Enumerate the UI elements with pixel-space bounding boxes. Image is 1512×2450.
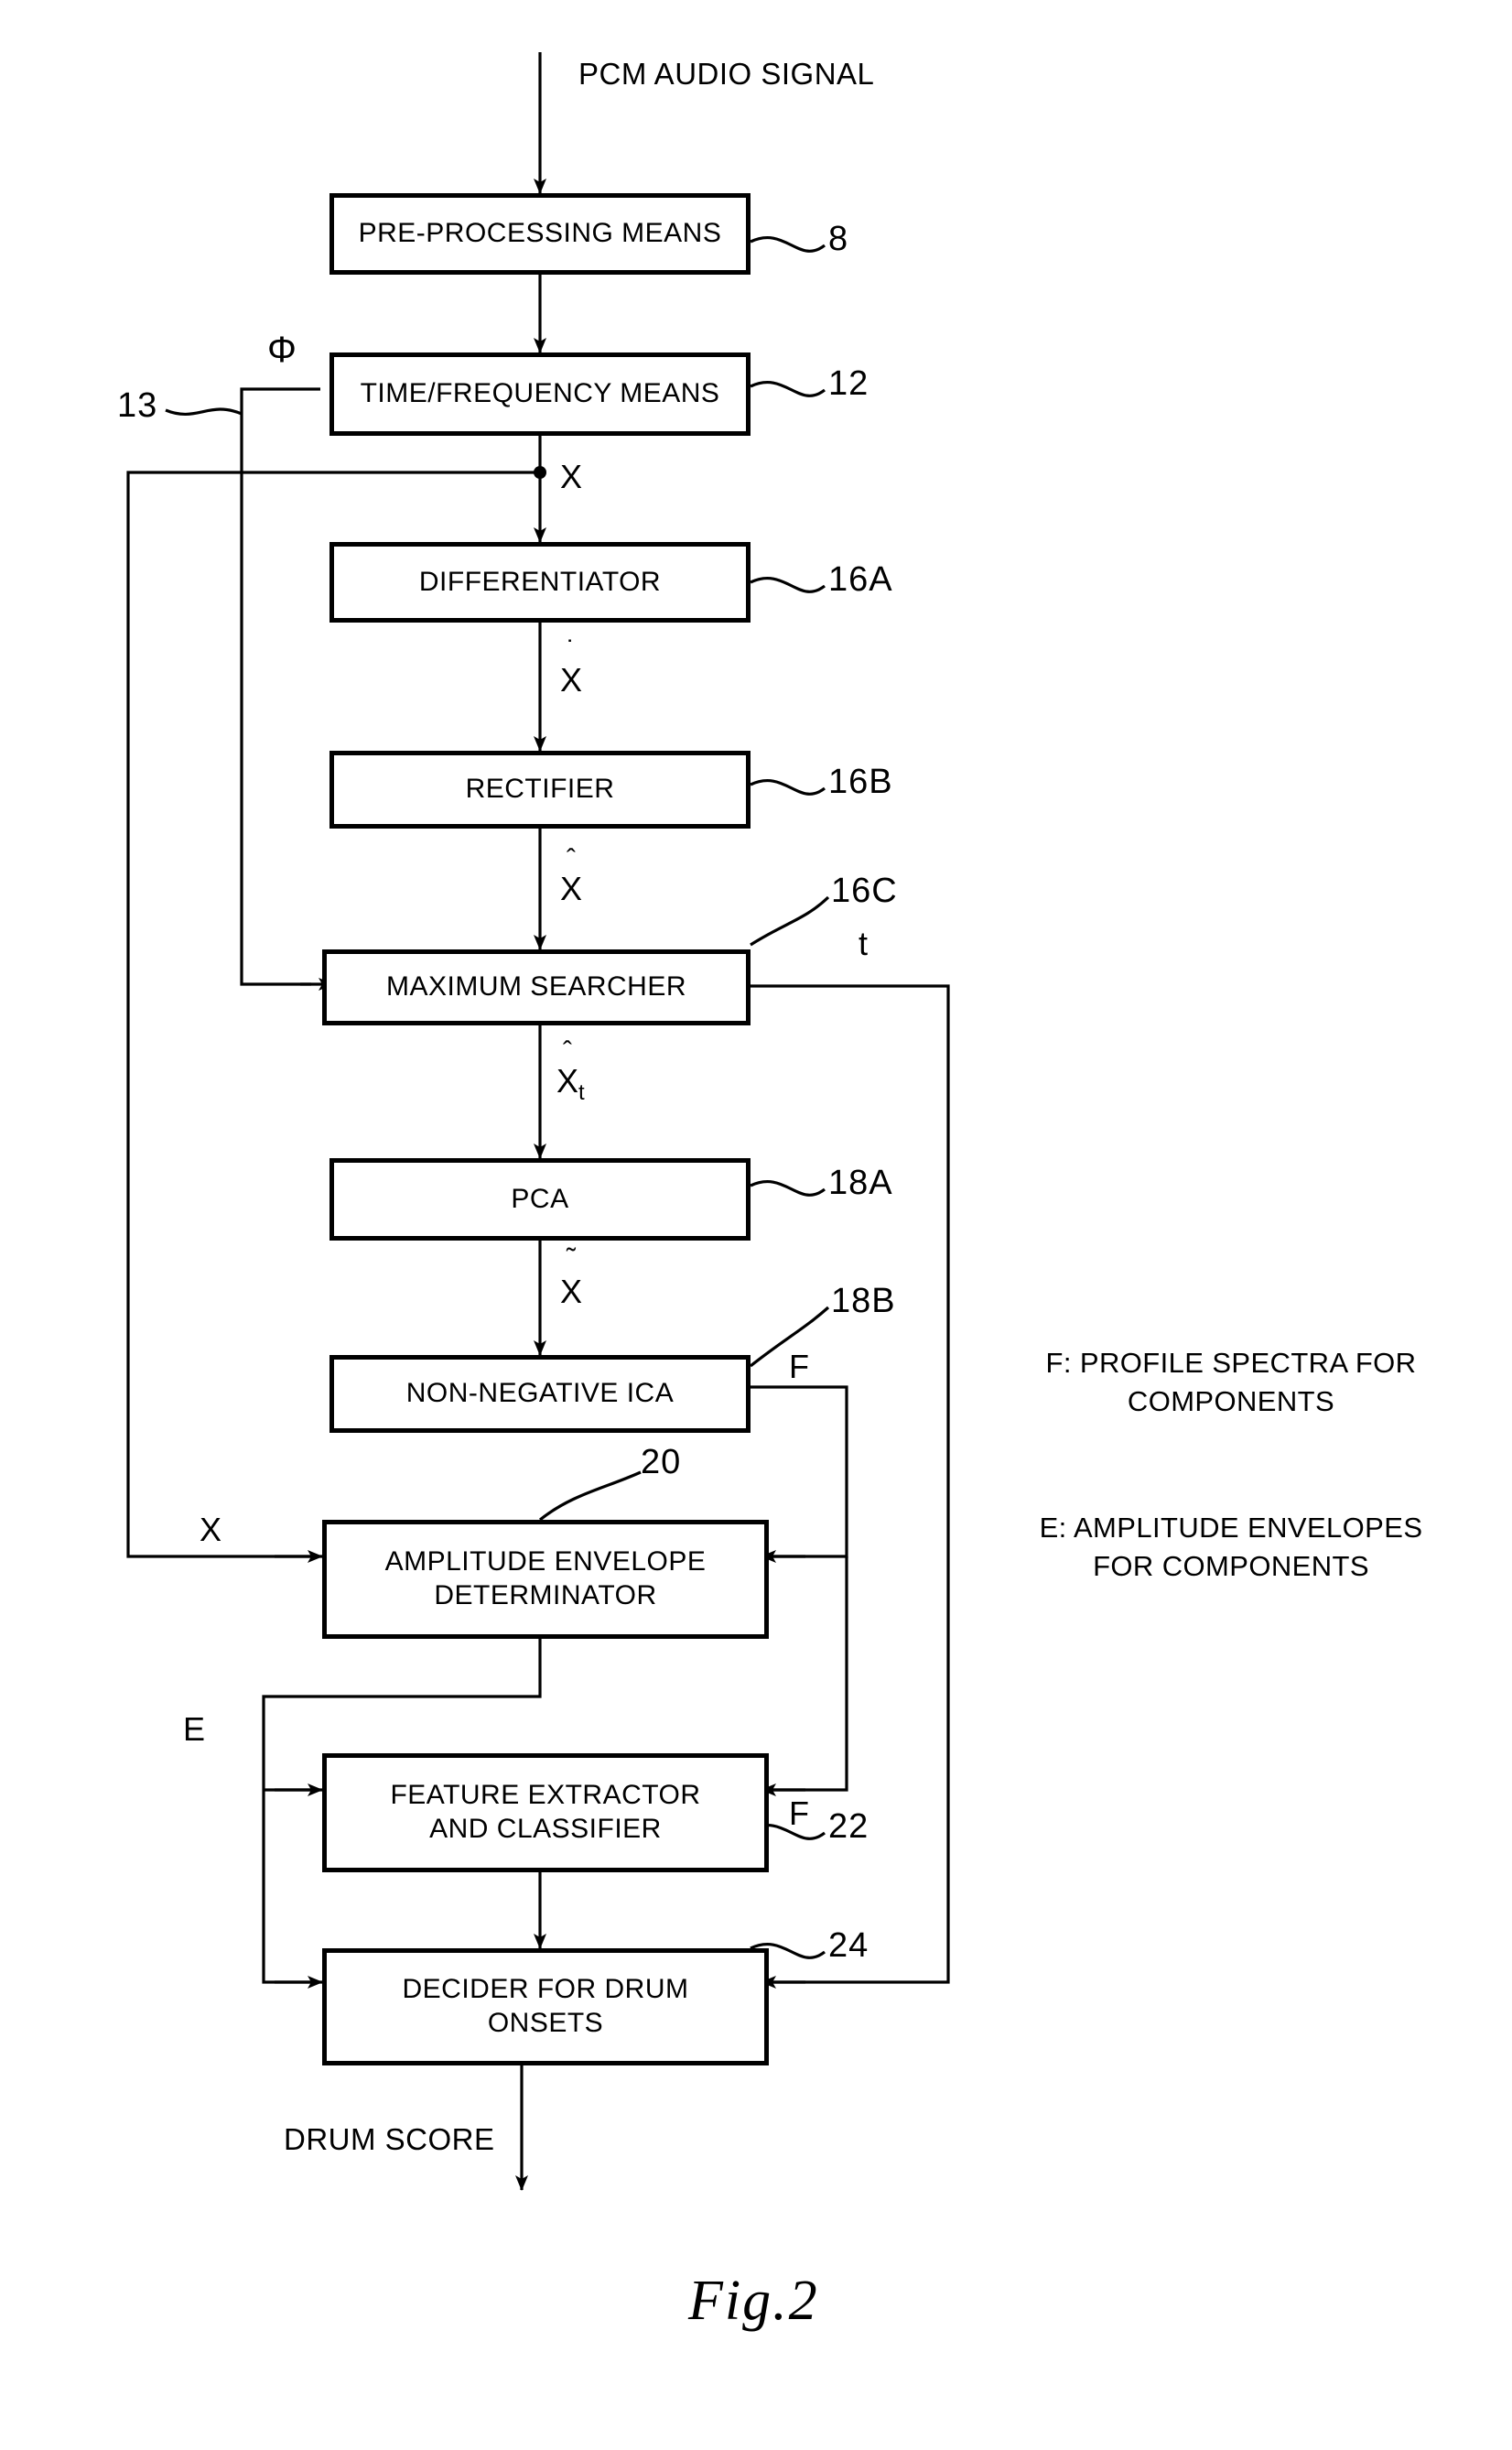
block-label: AMPLITUDE ENVELOPE DETERMINATOR [384, 1546, 707, 1610]
ref-22: 22 [828, 1807, 869, 1846]
block-rectifier[interactable]: RECTIFIER [329, 751, 751, 829]
block-pre-processing-means[interactable]: PRE-PROCESSING MEANS [329, 193, 751, 275]
ref-24: 24 [828, 1926, 869, 1965]
input-signal-label: PCM AUDIO SIGNAL [578, 57, 875, 91]
dot-accent-mark: ˙ [567, 635, 576, 666]
signal-x-tilde-text: X [560, 1273, 583, 1310]
block-label: DECIDER FOR DRUM ONSETS [402, 1974, 689, 2038]
signal-x-hat-text: X [560, 870, 583, 907]
figure-caption: Fig.2 [688, 2270, 819, 2332]
block-label: PCA [511, 1183, 569, 1214]
block-amplitude-envelope-determinator[interactable]: AMPLITUDE ENVELOPE DETERMINATOR [322, 1520, 769, 1639]
signal-x-envelope-input: X [200, 1511, 222, 1548]
signal-x-hat: ˆX [560, 846, 583, 908]
ref-8: 8 [828, 220, 849, 258]
signal-f-ica: F [789, 1348, 809, 1385]
signal-x-hat-t-text: X [556, 1062, 579, 1100]
signal-t: t [859, 925, 869, 962]
ref-12: 12 [828, 364, 869, 403]
signal-x-dot-text: X [560, 661, 583, 699]
ref-13: 13 [117, 386, 158, 425]
legend-e: E: AMPLITUDE ENVELOPES FOR COMPONENTS [1039, 1512, 1423, 1582]
signal-x-junction: X [560, 458, 582, 496]
block-time-frequency-means[interactable]: TIME/FREQUENCY MEANS [329, 352, 751, 436]
block-label: DIFFERENTIATOR [418, 566, 662, 597]
block-decider-for-drum-onsets[interactable]: DECIDER FOR DRUM ONSETS [322, 1948, 769, 2065]
hat-accent-mark: ˆ [567, 844, 576, 874]
block-differentiator[interactable]: DIFFERENTIATOR [329, 542, 751, 623]
signal-x-tilde: ˜ X [560, 1245, 583, 1311]
block-label: TIME/FREQUENCY MEANS [360, 378, 720, 409]
signal-e: E [183, 1710, 206, 1748]
ref-16B: 16B [828, 763, 893, 801]
connector-lines [126, 52, 950, 2191]
ref-20: 20 [641, 1443, 682, 1481]
signal-f-feature: F [789, 1794, 809, 1832]
legend-f: F: PROFILE SPECTRA FOR COMPONENTS [1045, 1347, 1417, 1417]
signal-x-dot: ˙ X [560, 637, 583, 699]
block-label: FEATURE EXTRACTOR AND CLASSIFIER [390, 1780, 701, 1844]
block-label: NON-NEGATIVE ICA [405, 1378, 675, 1409]
hat-accent-mark: ˆ [563, 1036, 572, 1067]
signal-x-text: X [560, 458, 583, 495]
output-signal-label: DRUM SCORE [284, 2122, 495, 2156]
block-feature-extractor-and-classifier[interactable]: FEATURE EXTRACTOR AND CLASSIFIER [322, 1753, 769, 1872]
block-label: MAXIMUM SEARCHER [385, 971, 687, 1003]
signal-x-hat-t: ˆ Xt [556, 1038, 585, 1106]
ref-18B: 18B [831, 1282, 896, 1320]
block-label: PRE-PROCESSING MEANS [358, 218, 722, 249]
block-non-negative-ica[interactable]: NON-NEGATIVE ICA [329, 1355, 751, 1433]
signal-phi: Φ [267, 330, 297, 370]
block-pca[interactable]: PCA [329, 1158, 751, 1241]
ref-16C: 16C [831, 872, 898, 910]
signal-subscript-t: t [578, 1080, 585, 1105]
block-label: RECTIFIER [465, 774, 615, 805]
tilde-accent-mark: ˜ [567, 1243, 576, 1274]
ref-18A: 18A [828, 1164, 893, 1202]
figure-sheet: PRE-PROCESSING MEANS TIME/FREQUENCY MEAN… [0, 0, 1512, 2450]
block-maximum-searcher[interactable]: MAXIMUM SEARCHER [322, 949, 751, 1025]
ref-16A: 16A [828, 560, 893, 599]
